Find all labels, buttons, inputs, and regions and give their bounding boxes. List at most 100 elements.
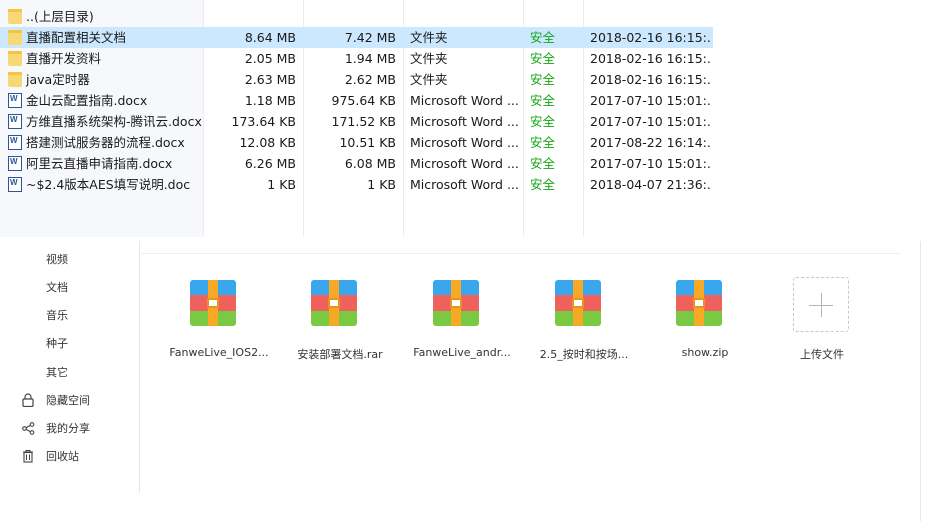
file-card-name: FanweLive_andr... bbox=[413, 346, 511, 359]
sidebar-item-recycle-bin[interactable]: 回收站 bbox=[0, 442, 138, 470]
file-row[interactable]: 直播配置相关文档 8.64 MB 7.42 MB 文件夹 安全 2018-02-… bbox=[0, 27, 713, 48]
sidebar-item-label: 种子 bbox=[46, 337, 68, 350]
file-name: 方维直播系统架构-腾讯云.docx bbox=[26, 114, 202, 129]
file-card-name: FanweLive_IOS2... bbox=[169, 346, 269, 359]
file-type: 文件夹 bbox=[410, 51, 448, 66]
modified-date: 2017-07-10 15:01:... bbox=[590, 156, 712, 171]
sidebar-item-other[interactable]: 其它 bbox=[0, 358, 138, 386]
file-size: 173.64 KB bbox=[231, 114, 296, 129]
sidebar-item-label: 隐藏空间 bbox=[46, 394, 90, 407]
upload-file-button[interactable]: 上传文件 bbox=[767, 276, 877, 376]
file-size: 6.26 MB bbox=[244, 156, 296, 171]
archive-icon bbox=[676, 280, 722, 326]
archive-icon bbox=[555, 280, 601, 326]
security-status: 安全 bbox=[530, 114, 556, 129]
compressed-size: 171.52 KB bbox=[331, 114, 396, 129]
modified-date: 2018-02-16 16:15:... bbox=[590, 51, 712, 66]
sidebar-item-hidden-space[interactable]: 隐藏空间 bbox=[0, 386, 138, 414]
sidebar-item-label: 文档 bbox=[46, 281, 68, 294]
file-name: ..(上层目录) bbox=[26, 9, 94, 24]
sidebar-item-label: 回收站 bbox=[46, 450, 79, 463]
compressed-size: 6.08 MB bbox=[344, 156, 396, 171]
sidebar-item-label: 音乐 bbox=[46, 309, 68, 322]
file-type: Microsoft Word ... bbox=[410, 93, 519, 108]
sidebar-item-video[interactable]: 视频 bbox=[0, 245, 138, 273]
file-type: Microsoft Word ... bbox=[410, 177, 519, 192]
modified-date: 2017-07-10 15:01:... bbox=[590, 114, 712, 129]
file-card[interactable]: 安装部署文档.rar bbox=[285, 276, 395, 376]
folder-icon bbox=[8, 9, 22, 24]
compressed-size: 10.51 KB bbox=[339, 135, 396, 150]
file-size: 2.63 MB bbox=[244, 72, 296, 87]
file-row[interactable]: 方维直播系统架构-腾讯云.docx 173.64 KB 171.52 KB Mi… bbox=[0, 111, 713, 132]
word-doc-icon bbox=[8, 135, 22, 150]
file-name: 搭建测试服务器的流程.docx bbox=[26, 135, 185, 150]
security-status: 安全 bbox=[530, 51, 556, 66]
divider bbox=[920, 241, 921, 521]
sidebar-item-label: 其它 bbox=[46, 366, 68, 379]
parent-directory-row[interactable]: ..(上层目录) bbox=[0, 6, 713, 27]
folder-icon bbox=[8, 51, 22, 66]
folder-icon bbox=[8, 72, 22, 87]
file-name: 直播配置相关文档 bbox=[26, 30, 127, 45]
trash-icon bbox=[21, 449, 35, 463]
sidebar-item-documents[interactable]: 文档 bbox=[0, 273, 138, 301]
archive-file-list: ..(上层目录) 直播配置相关文档 8.64 MB 7.42 MB 文件夹 安全… bbox=[0, 0, 713, 237]
file-type: Microsoft Word ... bbox=[410, 156, 519, 171]
modified-date: 2017-08-22 16:14:... bbox=[590, 135, 712, 150]
file-card[interactable]: 2.5_按时和按场... bbox=[529, 276, 639, 376]
modified-date: 2017-07-10 15:01:... bbox=[590, 93, 712, 108]
file-row[interactable]: 直播开发资料 2.05 MB 1.94 MB 文件夹 安全 2018-02-16… bbox=[0, 48, 713, 69]
file-size: 8.64 MB bbox=[244, 30, 296, 45]
word-doc-icon bbox=[8, 114, 22, 129]
word-doc-icon bbox=[8, 93, 22, 108]
file-card[interactable]: FanweLive_andr... bbox=[407, 276, 517, 376]
sidebar-item-label: 视频 bbox=[46, 253, 68, 266]
file-name: 直播开发资料 bbox=[26, 51, 102, 66]
archive-icon bbox=[190, 280, 236, 326]
file-card[interactable]: show.zip bbox=[650, 276, 760, 376]
file-card[interactable]: FanweLive_IOS2... bbox=[164, 276, 274, 376]
file-row[interactable]: 搭建测试服务器的流程.docx 12.08 KB 10.51 KB Micros… bbox=[0, 132, 713, 153]
compressed-size: 2.62 MB bbox=[344, 72, 396, 87]
word-doc-icon bbox=[8, 177, 22, 192]
file-row[interactable]: ~$2.4版本AES填写说明.doc 1 KB 1 KB Microsoft W… bbox=[0, 174, 713, 195]
share-icon bbox=[21, 421, 35, 435]
security-status: 安全 bbox=[530, 156, 556, 171]
file-name: ~$2.4版本AES填写说明.doc bbox=[26, 177, 191, 192]
archive-icon bbox=[433, 280, 479, 326]
compressed-size: 975.64 KB bbox=[331, 93, 396, 108]
file-name: java定时器 bbox=[26, 72, 90, 87]
file-size: 1.18 MB bbox=[244, 93, 296, 108]
lock-icon bbox=[21, 393, 35, 407]
cloud-sidebar: 视频 文档 音乐 种子 其它 隐藏空间 我的分享 回收站 bbox=[0, 241, 140, 493]
security-status: 安全 bbox=[530, 135, 556, 150]
folder-icon bbox=[8, 30, 22, 45]
file-name: 金山云配置指南.docx bbox=[26, 93, 148, 108]
file-row[interactable]: 阿里云直播申请指南.docx 6.26 MB 6.08 MB Microsoft… bbox=[0, 153, 713, 174]
file-name: 阿里云直播申请指南.docx bbox=[26, 156, 173, 171]
sidebar-item-music[interactable]: 音乐 bbox=[0, 301, 138, 329]
compressed-size: 7.42 MB bbox=[344, 30, 396, 45]
file-type: Microsoft Word ... bbox=[410, 114, 519, 129]
security-status: 安全 bbox=[530, 30, 556, 45]
file-type: 文件夹 bbox=[410, 72, 448, 87]
security-status: 安全 bbox=[530, 93, 556, 108]
file-size: 12.08 KB bbox=[239, 135, 296, 150]
plus-icon bbox=[793, 277, 849, 332]
archive-icon bbox=[311, 280, 357, 326]
file-size: 2.05 MB bbox=[244, 51, 296, 66]
file-row[interactable]: java定时器 2.63 MB 2.62 MB 文件夹 安全 2018-02-1… bbox=[0, 69, 713, 90]
sidebar-item-my-shares[interactable]: 我的分享 bbox=[0, 414, 138, 442]
modified-date: 2018-04-07 21:36:... bbox=[590, 177, 712, 192]
sidebar-item-label: 我的分享 bbox=[46, 422, 90, 435]
file-size: 1 KB bbox=[267, 177, 296, 192]
compressed-size: 1 KB bbox=[367, 177, 396, 192]
security-status: 安全 bbox=[530, 177, 556, 192]
modified-date: 2018-02-16 16:15:... bbox=[590, 30, 712, 45]
upload-label: 上传文件 bbox=[800, 348, 844, 361]
modified-date: 2018-02-16 16:15:... bbox=[590, 72, 712, 87]
word-doc-icon bbox=[8, 156, 22, 171]
sidebar-item-torrents[interactable]: 种子 bbox=[0, 329, 138, 357]
file-row[interactable]: 金山云配置指南.docx 1.18 MB 975.64 KB Microsoft… bbox=[0, 90, 713, 111]
